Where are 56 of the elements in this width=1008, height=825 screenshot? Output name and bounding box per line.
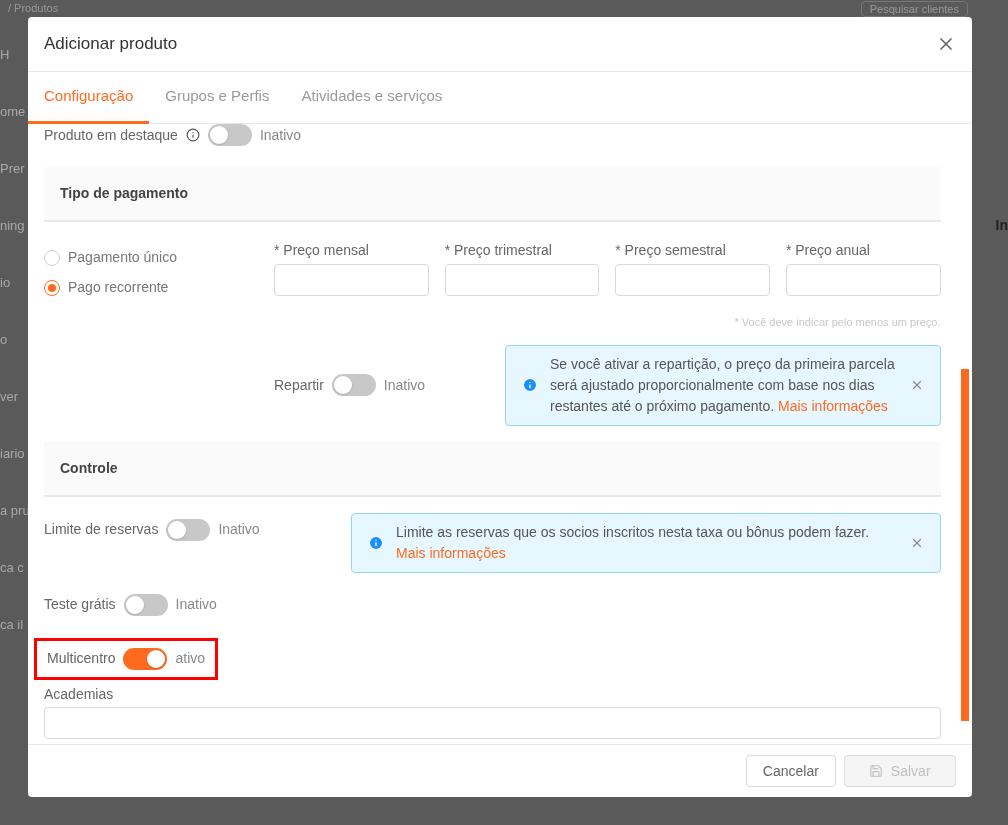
field-label: Academias xyxy=(44,684,115,704)
more-info-link[interactable]: Mais informações xyxy=(396,544,506,561)
toggle-status: Inativo xyxy=(383,375,426,395)
price-field[interactable] xyxy=(444,264,600,296)
select-field[interactable] xyxy=(44,706,941,739)
toggle-switch[interactable] xyxy=(123,647,168,670)
field-label: * Preço semestral xyxy=(615,241,727,260)
radio-label: Pagamento único xyxy=(68,248,177,267)
dialog-title: Adicionar produto xyxy=(44,33,178,56)
background-text: ca c xyxy=(0,559,25,577)
section-header: Tipo de pagamento xyxy=(44,167,941,222)
scrollbar-thumb[interactable] xyxy=(960,369,969,721)
info-icon xyxy=(522,377,538,393)
alert-text: Se você ativar a repartição, o preço da primeira parcela será ajustado proporcionalmente com base nos dias restantes até o próximo pagamento. Mais informações xyxy=(550,354,896,416)
background-text: o xyxy=(0,331,9,349)
toggle-label: Repartir xyxy=(274,375,324,395)
tab[interactable]: Atividades e serviços xyxy=(301,84,443,124)
background-text: H xyxy=(0,46,11,64)
toggle-label: Limite de reservas xyxy=(44,520,159,539)
tab[interactable]: Grupos e Perfis xyxy=(165,84,270,124)
section-header: Controle xyxy=(44,441,941,497)
toggle-label: Teste grátis xyxy=(44,595,116,614)
save-icon xyxy=(868,764,883,778)
toggle-status: ativo xyxy=(175,649,206,668)
info-icon xyxy=(185,128,200,142)
info-icon xyxy=(368,534,384,551)
field-label: * Preço mensal xyxy=(274,241,370,260)
price-field[interactable] xyxy=(274,264,429,296)
search-field[interactable]: Pesquisar clientes xyxy=(860,0,968,17)
toggle-switch[interactable] xyxy=(207,124,252,146)
alert-text: Limite as reservas que os socios inscritos nesta taxa ou bônus podem fazer. Mais informações xyxy=(396,522,871,563)
background-text: io xyxy=(0,274,12,292)
toggle-status: Inativo xyxy=(218,520,260,539)
toggle-switch[interactable] xyxy=(166,518,211,541)
toggle-label: Produto em destaque xyxy=(44,125,178,145)
background-text: In xyxy=(995,216,1008,235)
background-text: ome xyxy=(0,103,27,121)
tab[interactable]: Configuração xyxy=(28,84,150,124)
price-field[interactable] xyxy=(615,264,770,296)
more-info-link[interactable]: Mais informações xyxy=(778,397,888,414)
price-field[interactable] xyxy=(785,264,941,296)
background-text: Prer xyxy=(0,160,26,178)
background-text: ver xyxy=(0,388,20,406)
background-text: ning xyxy=(0,217,26,235)
background-text: iario xyxy=(0,445,26,463)
toggle-status: Inativo xyxy=(259,125,302,145)
toggle-status: Inativo xyxy=(175,595,217,614)
background-text: ca il xyxy=(0,616,25,634)
field-label: * Preço trimestral xyxy=(444,241,553,260)
breadcrumb: / Produtos xyxy=(8,1,59,17)
field-label: * Preço anual xyxy=(785,241,871,260)
toggle-switch[interactable] xyxy=(331,374,376,396)
toggle-label: Multicentro xyxy=(47,649,116,668)
cancel-button[interactable]: Cancelar xyxy=(745,755,836,787)
toggle-switch[interactable] xyxy=(123,593,168,616)
radio-label: Pago recorrente xyxy=(68,278,169,297)
